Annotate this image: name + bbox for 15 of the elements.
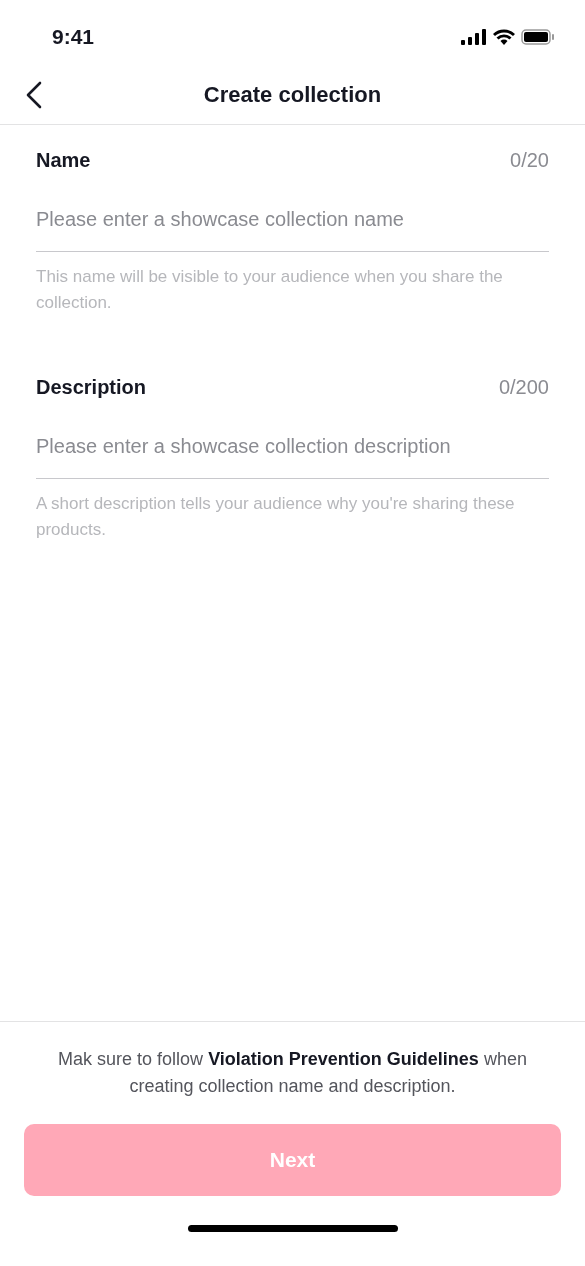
signal-icon — [461, 29, 487, 45]
guidelines-link[interactable]: Violation Prevention Guidelines — [208, 1049, 479, 1069]
character-counter: 0/20 — [510, 149, 549, 172]
field-hint: A short description tells your audience why you're sharing these products. — [36, 493, 516, 541]
wifi-icon — [493, 29, 515, 45]
field-label: Description — [36, 376, 147, 399]
battery-icon — [521, 29, 555, 45]
input-field[interactable]: Please enter a showcase collection name — [36, 196, 549, 252]
status-time: 9:41 — [52, 25, 95, 49]
character-counter: 0/200 — [498, 376, 549, 399]
input-field[interactable]: Please enter a showcase collection description — [36, 423, 549, 479]
field-hint: This name will be visible to your audience when you share the collection. — [36, 266, 504, 314]
field-label: Name — [36, 149, 91, 172]
page-title: Create collection — [203, 82, 382, 108]
guidelines-notice: Mak sure to follow Violation Prevention Guidelines when creating collection name and description. — [57, 1048, 528, 1098]
